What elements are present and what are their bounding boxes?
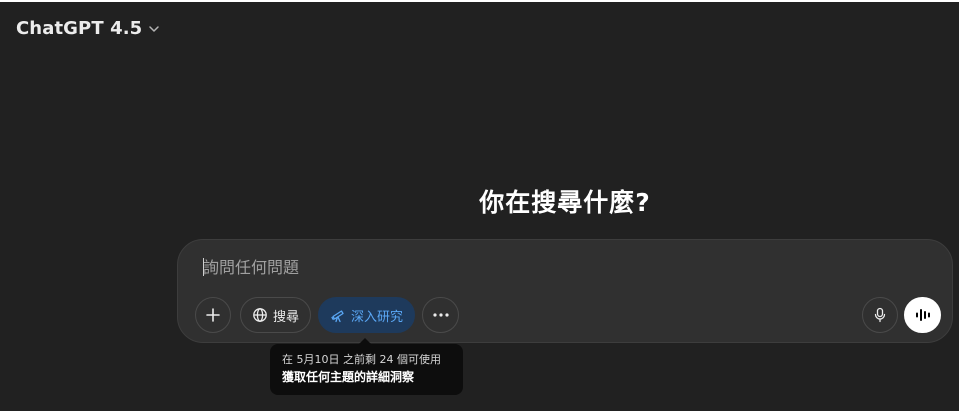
composer: 搜尋 深入研究 bbox=[177, 239, 953, 343]
more-horizontal-icon bbox=[432, 312, 450, 318]
voice-mode-button[interactable] bbox=[904, 297, 941, 333]
telescope-icon bbox=[330, 307, 346, 323]
tooltip-description: 獲取任何主題的詳細洞察 bbox=[282, 370, 415, 384]
globe-icon bbox=[252, 307, 268, 323]
plus-icon bbox=[205, 307, 221, 323]
deep-research-label: 深入研究 bbox=[350, 309, 403, 325]
deep-research-tooltip: 在 5月10日 之前剩 24 個可使用 獲取任何主題的詳細洞察 bbox=[270, 338, 463, 395]
window-top-edge bbox=[0, 0, 959, 2]
model-name: ChatGPT 4.5 bbox=[16, 18, 143, 39]
search-button-label: 搜尋 bbox=[272, 309, 299, 325]
page-title: 你在搜尋什麼? bbox=[479, 188, 651, 217]
chevron-down-icon bbox=[148, 23, 160, 35]
more-options-button[interactable] bbox=[422, 297, 459, 333]
prompt-input[interactable] bbox=[203, 254, 803, 280]
tooltip-usage-text: 在 5月10日 之前剩 24 個可使用 bbox=[282, 353, 441, 366]
microphone-icon bbox=[873, 307, 887, 323]
deep-research-button[interactable]: 深入研究 bbox=[318, 297, 415, 333]
voice-wave-icon bbox=[914, 307, 932, 323]
text-caret bbox=[203, 258, 204, 276]
add-attachment-button[interactable] bbox=[195, 297, 231, 333]
search-button[interactable]: 搜尋 bbox=[240, 297, 311, 333]
dictate-button[interactable] bbox=[862, 297, 898, 333]
model-selector[interactable]: ChatGPT 4.5 bbox=[16, 18, 160, 39]
